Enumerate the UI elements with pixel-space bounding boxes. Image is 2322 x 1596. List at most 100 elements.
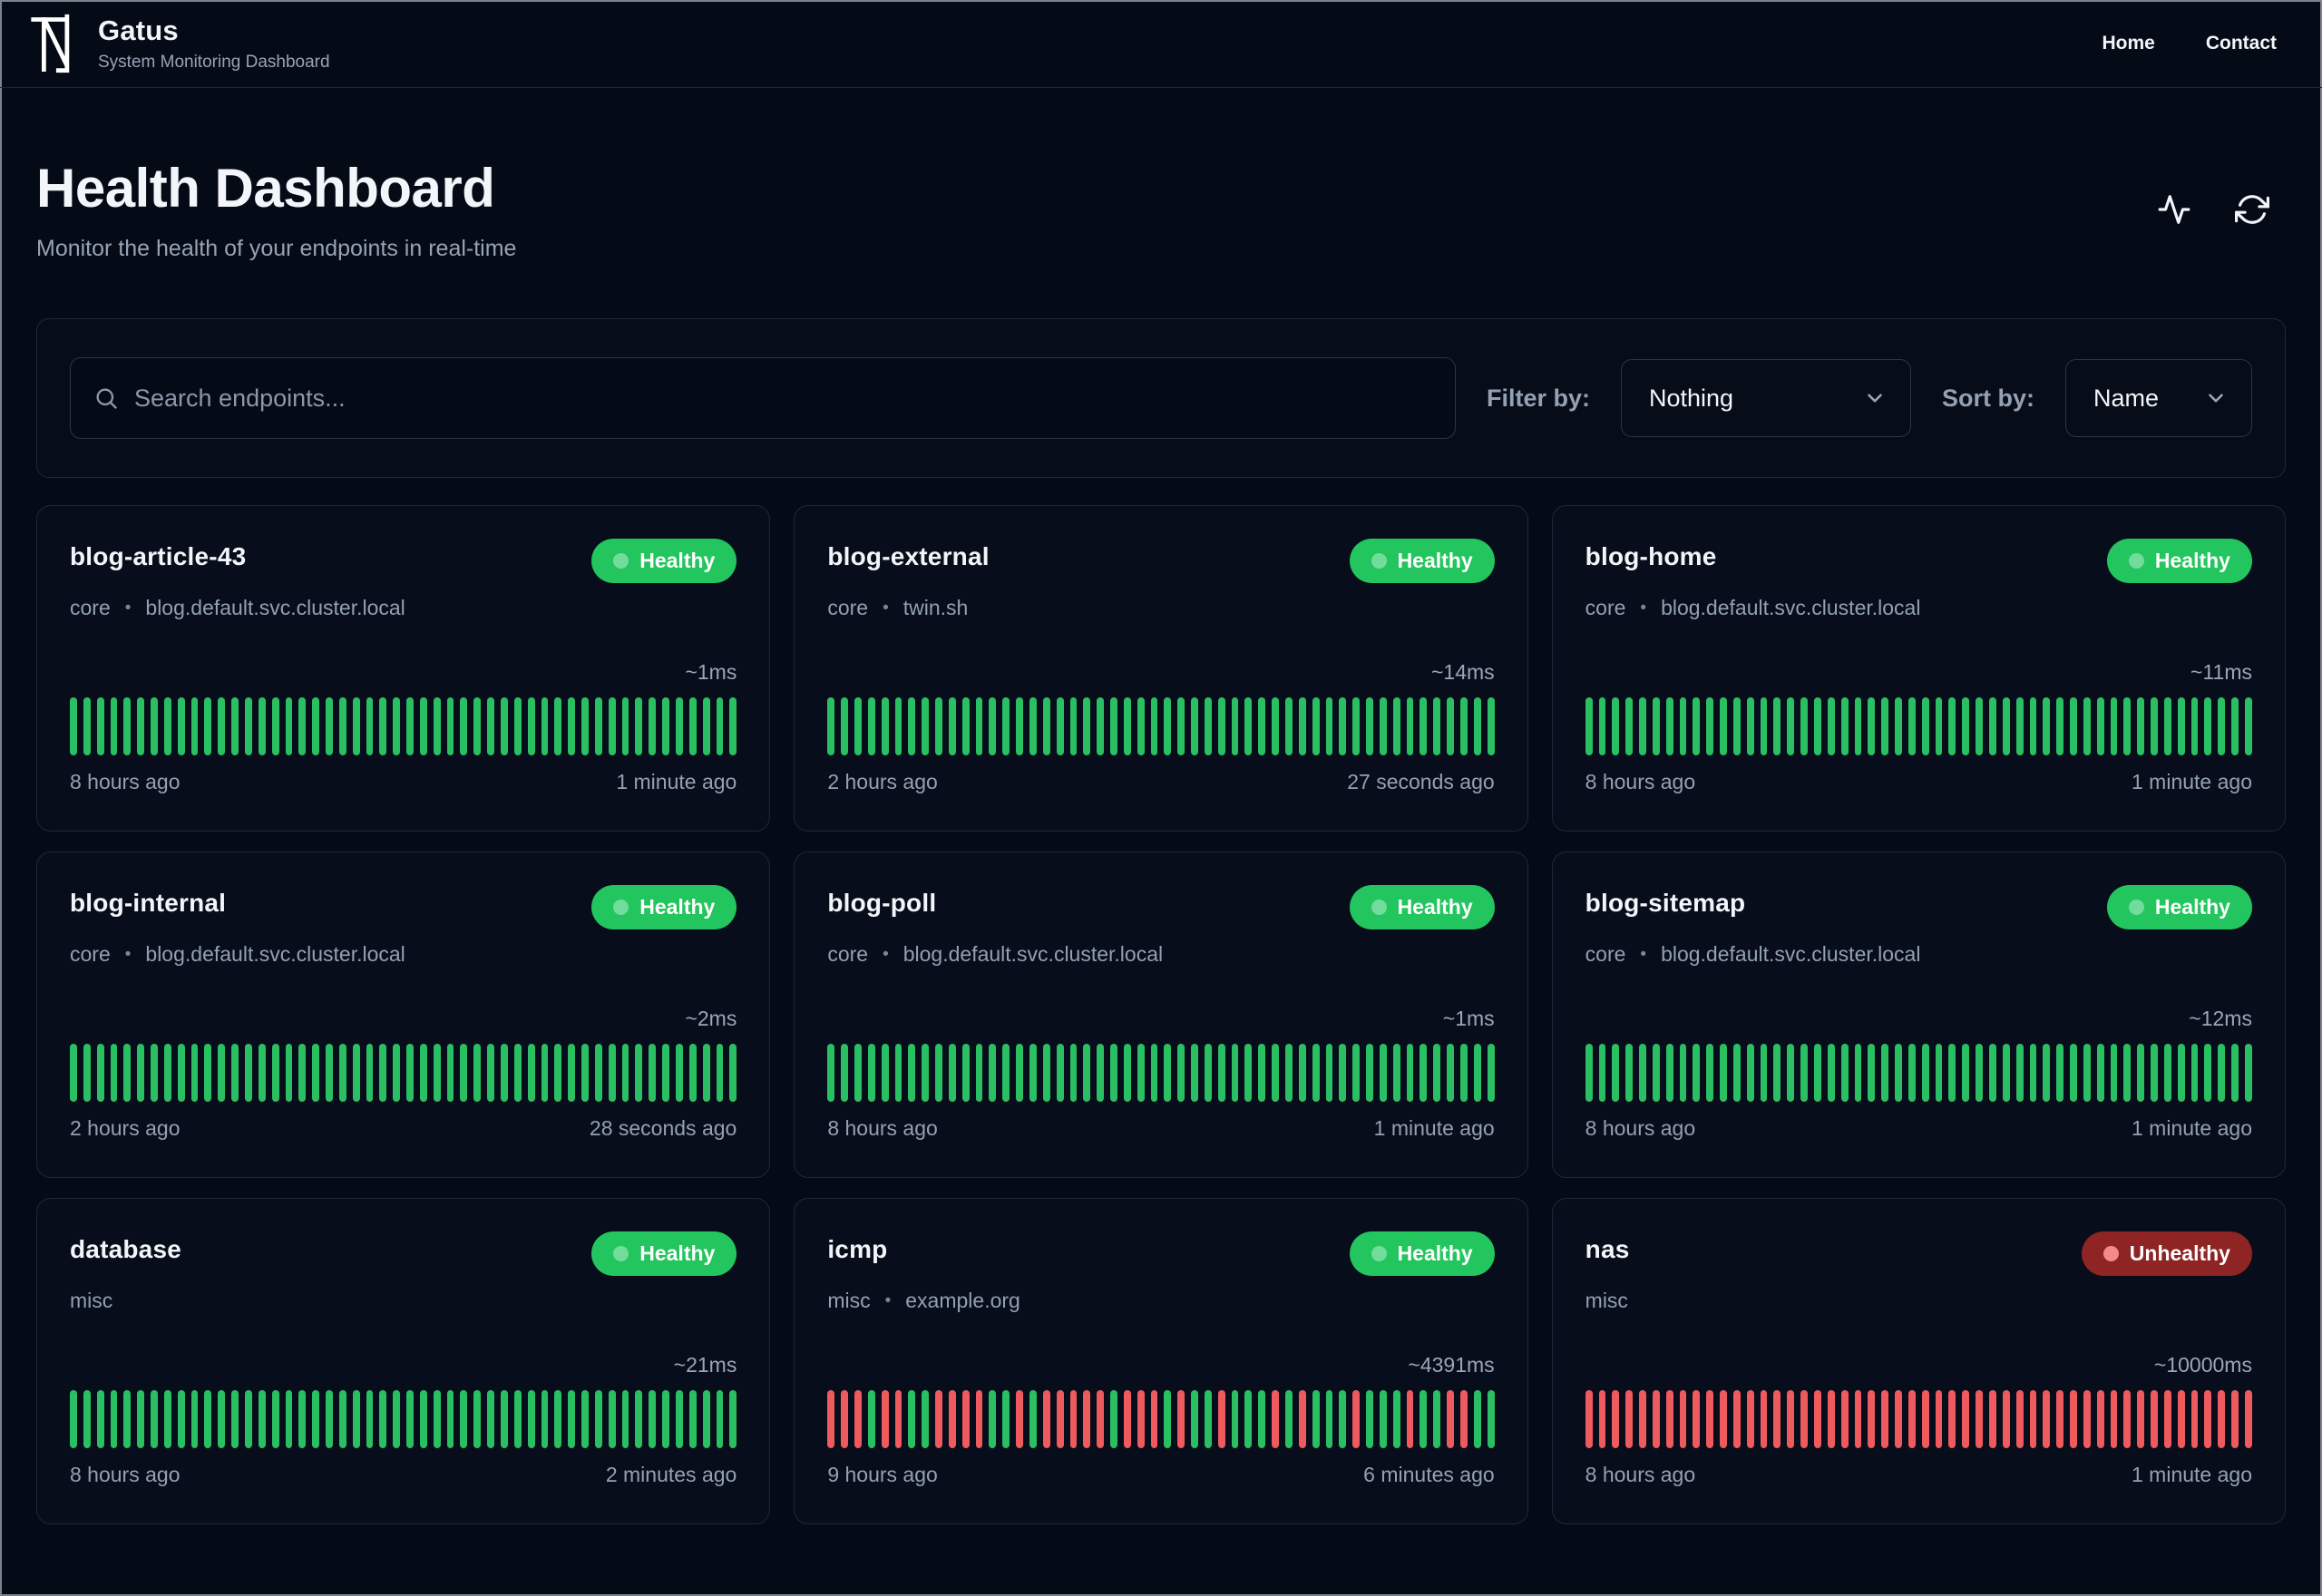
status-label: Healthy [1397,1241,1473,1265]
uptime-bars [70,697,737,755]
endpoint-card[interactable]: blog-poll Healthy core • blog.default.sv… [794,852,1528,1178]
uptime-bar-up [83,1044,91,1102]
uptime-bar-up [1473,697,1481,755]
status-dot-icon [613,553,629,569]
dot-separator-icon: • [883,598,889,618]
uptime-bar-up [2056,1044,2064,1102]
uptime-bar-up [2190,697,2199,755]
nav-link-contact[interactable]: Contact [2206,33,2277,54]
uptime-bar-up [218,1390,226,1448]
sort-select[interactable]: Name [2065,359,2252,437]
uptime-bar-up [1285,1044,1293,1102]
uptime-bar-up [1272,1044,1280,1102]
response-time: ~12ms [2189,1007,2252,1030]
uptime-bar-up [285,697,293,755]
uptime-bar-up [527,1390,535,1448]
uptime-bar-up [326,1044,333,1102]
endpoint-card[interactable]: icmp Healthy misc • example.org ~4391ms … [794,1198,1528,1524]
activity-icon[interactable] [2157,192,2191,227]
uptime-bar-down [975,1390,983,1448]
uptime-bar-up [1312,697,1320,755]
uptime-bar-up [218,697,226,755]
endpoint-card[interactable]: database Healthy misc ~21ms 8 hours ago … [36,1198,771,1524]
uptime-bar-up [1110,1044,1117,1102]
uptime-bar-down [1150,1390,1158,1448]
uptime-bar-up [1083,1044,1091,1102]
endpoints-grid: blog-article-43 Healthy core • blog.defa… [36,505,2286,1524]
nav-link-home[interactable]: Home [2102,33,2154,54]
status-label: Healthy [1397,895,1473,919]
response-time: ~4391ms [1408,1353,1495,1377]
uptime-bar-down [2043,1390,2051,1448]
sort-select-value: Name [2093,384,2160,412]
uptime-bar-up [1800,1044,1808,1102]
uptime-bar-up [2204,697,2212,755]
filter-select[interactable]: Nothing [1620,359,1911,437]
endpoint-card[interactable]: blog-internal Healthy core • blog.defaul… [36,852,771,1178]
status-label: Healthy [2154,549,2230,572]
uptime-bar-up [1379,1044,1387,1102]
endpoint-group: core [1585,942,1626,966]
uptime-bar-up [2110,697,2118,755]
uptime-bar-up [2151,697,2158,755]
uptime-bar-up [163,697,171,755]
uptime-bar-down [1895,1390,1902,1448]
uptime-bar-down [2002,1390,2010,1448]
uptime-bar-up [406,1044,414,1102]
uptime-bar-up [1258,1044,1266,1102]
uptime-bar-down [1720,1390,1727,1448]
uptime-bar-up [1191,697,1198,755]
uptime-bar-up [1285,1390,1293,1448]
uptime-bar-up [96,1044,104,1102]
uptime-bar-down [1706,1390,1714,1448]
uptime-bar-down [1447,1390,1454,1448]
uptime-bar-down [1773,1390,1781,1448]
top-nav: Home Contact [2102,33,2277,54]
uptime-bar-up [487,1390,494,1448]
brand: Gatus System Monitoring Dashboard [29,12,330,75]
uptime-bar-up [1935,1044,1943,1102]
uptime-bar-up [513,1390,522,1448]
uptime-bar-up [1366,1044,1373,1102]
uptime-bar-up [608,697,616,755]
endpoint-hostname: blog.default.svc.cluster.local [1661,596,1921,619]
uptime-bar-up [1868,697,1876,755]
uptime-bar-up [393,697,401,755]
uptime-bar-up [1895,1044,1902,1102]
endpoint-card[interactable]: blog-article-43 Healthy core • blog.defa… [36,505,771,832]
endpoint-name: blog-internal [70,889,227,917]
uptime-bar-up [163,1390,171,1448]
status-badge: Healthy [1349,885,1495,929]
uptime-bar-up [446,697,454,755]
uptime-bar-up [1083,697,1091,755]
uptime-bar-up [1988,697,1996,755]
uptime-bar-up [541,1044,549,1102]
page-actions [2157,192,2269,227]
uptime-bar-up [1164,1044,1172,1102]
uptime-bar-up [961,697,970,755]
uptime-bar-up [1585,697,1593,755]
uptime-bar-up [1433,697,1441,755]
endpoint-card[interactable]: blog-home Healthy core • blog.default.sv… [1551,505,2286,832]
uptime-bar-up [554,1044,562,1102]
endpoint-group: core [827,596,869,619]
uptime-bar-up [1137,697,1145,755]
status-dot-icon [2128,900,2144,915]
endpoint-card[interactable]: nas Unhealthy misc ~10000ms 8 hours ago … [1551,1198,2286,1524]
uptime-bar-up [1164,1390,1172,1448]
refresh-icon[interactable] [2235,192,2269,227]
uptime-bar-up [2245,697,2252,755]
uptime-bar-down [1639,1390,1646,1448]
uptime-bar-up [649,1044,657,1102]
endpoint-card[interactable]: blog-external Healthy core • twin.sh ~14… [794,505,1528,832]
uptime-bar-up [1881,1044,1889,1102]
uptime-bar-up [393,1044,401,1102]
uptime-bar-up [1706,1044,1714,1102]
uptime-bar-up [2151,1044,2158,1102]
uptime-bar-up [1366,1390,1373,1448]
endpoint-card[interactable]: blog-sitemap Healthy core • blog.default… [1551,852,2286,1178]
uptime-bar-up [1137,1044,1145,1102]
uptime-bar-down [1016,1390,1023,1448]
uptime-bar-up [366,1044,374,1102]
search-input[interactable] [70,357,1456,439]
